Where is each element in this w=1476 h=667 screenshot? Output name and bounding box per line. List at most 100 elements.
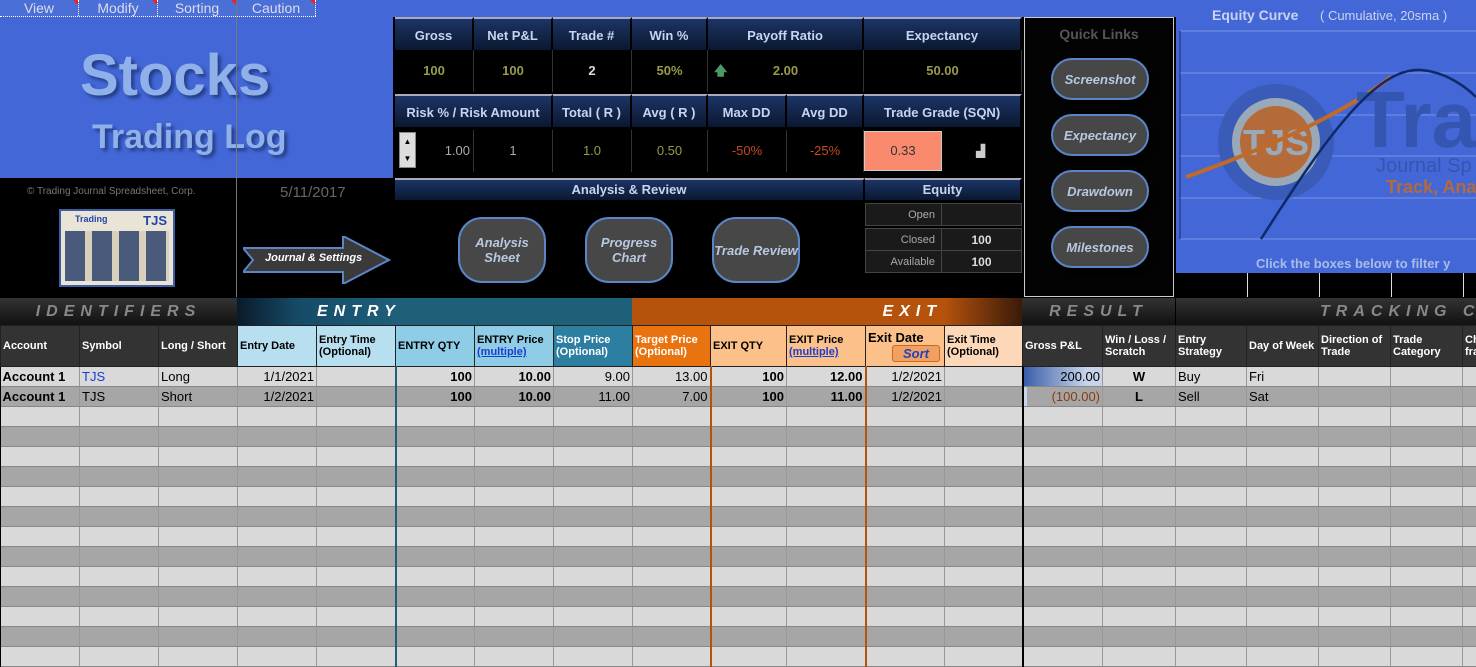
table-cell[interactable] xyxy=(711,467,787,487)
table-cell[interactable] xyxy=(475,527,554,547)
table-cell[interactable] xyxy=(1319,527,1391,547)
table-cell[interactable] xyxy=(1103,527,1176,547)
table-cell[interactable] xyxy=(1103,427,1176,447)
table-cell[interactable] xyxy=(1103,627,1176,647)
table-cell[interactable] xyxy=(1463,627,1476,647)
table-cell[interactable] xyxy=(866,567,945,587)
table-cell[interactable] xyxy=(787,567,866,587)
table-cell[interactable] xyxy=(1247,407,1319,427)
table-cell[interactable] xyxy=(633,527,711,547)
table-cell[interactable] xyxy=(1023,627,1103,647)
table-cell[interactable] xyxy=(554,447,633,467)
table-cell[interactable] xyxy=(238,447,317,467)
table-cell[interactable] xyxy=(1463,407,1476,427)
table-cell[interactable]: Long xyxy=(159,367,238,387)
table-cell[interactable] xyxy=(554,567,633,587)
table-cell[interactable] xyxy=(1023,447,1103,467)
table-cell[interactable] xyxy=(1247,427,1319,447)
table-cell[interactable] xyxy=(1176,487,1247,507)
milestones-button[interactable]: Milestones xyxy=(1051,226,1149,268)
table-cell[interactable] xyxy=(317,587,396,607)
spin-down-icon[interactable]: ▼ xyxy=(400,150,415,167)
table-cell[interactable] xyxy=(238,587,317,607)
table-cell[interactable]: L xyxy=(1103,387,1176,407)
table-cell[interactable] xyxy=(554,527,633,547)
table-cell[interactable] xyxy=(80,507,159,527)
table-cell[interactable] xyxy=(1176,607,1247,627)
table-cell[interactable] xyxy=(1247,607,1319,627)
table-cell[interactable] xyxy=(1023,607,1103,627)
expectancy-button[interactable]: Expectancy xyxy=(1051,114,1149,156)
table-cell[interactable] xyxy=(711,647,787,667)
table-cell[interactable] xyxy=(1,587,80,607)
table-cell[interactable]: Short xyxy=(159,387,238,407)
drawdown-button[interactable]: Drawdown xyxy=(1051,170,1149,212)
table-cell[interactable] xyxy=(1023,467,1103,487)
table-cell[interactable] xyxy=(945,367,1023,387)
table-cell[interactable] xyxy=(711,587,787,607)
table-cell[interactable] xyxy=(1391,587,1463,607)
table-cell[interactable] xyxy=(633,647,711,667)
table-cell[interactable] xyxy=(1247,587,1319,607)
table-cell[interactable] xyxy=(1319,607,1391,627)
table-cell[interactable] xyxy=(80,587,159,607)
table-cell[interactable] xyxy=(317,387,396,407)
table-cell[interactable]: (100.00) xyxy=(1023,387,1103,407)
table-cell[interactable] xyxy=(787,407,866,427)
table-cell[interactable] xyxy=(633,487,711,507)
table-cell[interactable] xyxy=(1176,587,1247,607)
table-cell[interactable] xyxy=(238,427,317,447)
table-cell[interactable] xyxy=(159,407,238,427)
table-cell[interactable] xyxy=(159,627,238,647)
table-cell[interactable] xyxy=(787,467,866,487)
table-cell[interactable] xyxy=(1247,527,1319,547)
table-cell[interactable] xyxy=(317,627,396,647)
table-cell[interactable]: TJS xyxy=(80,367,159,387)
table-cell[interactable] xyxy=(396,627,475,647)
table-cell[interactable] xyxy=(80,567,159,587)
table-cell[interactable] xyxy=(866,627,945,647)
table-cell[interactable] xyxy=(1247,647,1319,667)
screenshot-button[interactable]: Screenshot xyxy=(1051,58,1149,100)
table-cell[interactable] xyxy=(396,507,475,527)
table-cell[interactable] xyxy=(866,487,945,507)
table-cell[interactable] xyxy=(1247,447,1319,467)
table-cell[interactable]: 1/1/2021 xyxy=(238,367,317,387)
table-cell[interactable] xyxy=(1,567,80,587)
table-cell[interactable] xyxy=(633,607,711,627)
table-cell[interactable] xyxy=(633,567,711,587)
table-cell[interactable] xyxy=(238,407,317,427)
table-cell[interactable]: 9.00 xyxy=(554,367,633,387)
table-cell[interactable]: 100 xyxy=(396,387,475,407)
table-cell[interactable] xyxy=(1023,567,1103,587)
table-cell[interactable]: Account 1 xyxy=(1,387,80,407)
table-cell[interactable] xyxy=(633,627,711,647)
table-cell[interactable] xyxy=(475,427,554,447)
table-cell[interactable] xyxy=(787,507,866,527)
table-cell[interactable] xyxy=(1319,467,1391,487)
table-cell[interactable] xyxy=(1391,447,1463,467)
table-cell[interactable] xyxy=(1023,527,1103,547)
table-cell[interactable]: 13.00 xyxy=(633,367,711,387)
table-cell[interactable] xyxy=(159,567,238,587)
table-cell[interactable] xyxy=(1,487,80,507)
table-cell[interactable] xyxy=(1103,447,1176,467)
table-cell[interactable]: W xyxy=(1103,367,1176,387)
table-cell[interactable] xyxy=(396,467,475,487)
table-cell[interactable] xyxy=(317,367,396,387)
table-cell[interactable] xyxy=(1319,587,1391,607)
table-cell[interactable] xyxy=(1103,547,1176,567)
table-cell[interactable] xyxy=(317,567,396,587)
table-cell[interactable] xyxy=(1176,467,1247,487)
table-cell[interactable] xyxy=(1463,587,1476,607)
table-cell[interactable] xyxy=(1391,487,1463,507)
table-cell[interactable] xyxy=(475,647,554,667)
table-cell[interactable] xyxy=(1,427,80,447)
table-cell[interactable] xyxy=(1,627,80,647)
table-cell[interactable] xyxy=(787,427,866,447)
table-cell[interactable] xyxy=(1463,607,1476,627)
table-cell[interactable] xyxy=(1319,387,1391,407)
table-cell[interactable] xyxy=(1103,487,1176,507)
risk-pct-value[interactable]: 1.00 xyxy=(445,143,470,158)
table-cell[interactable] xyxy=(945,607,1023,627)
